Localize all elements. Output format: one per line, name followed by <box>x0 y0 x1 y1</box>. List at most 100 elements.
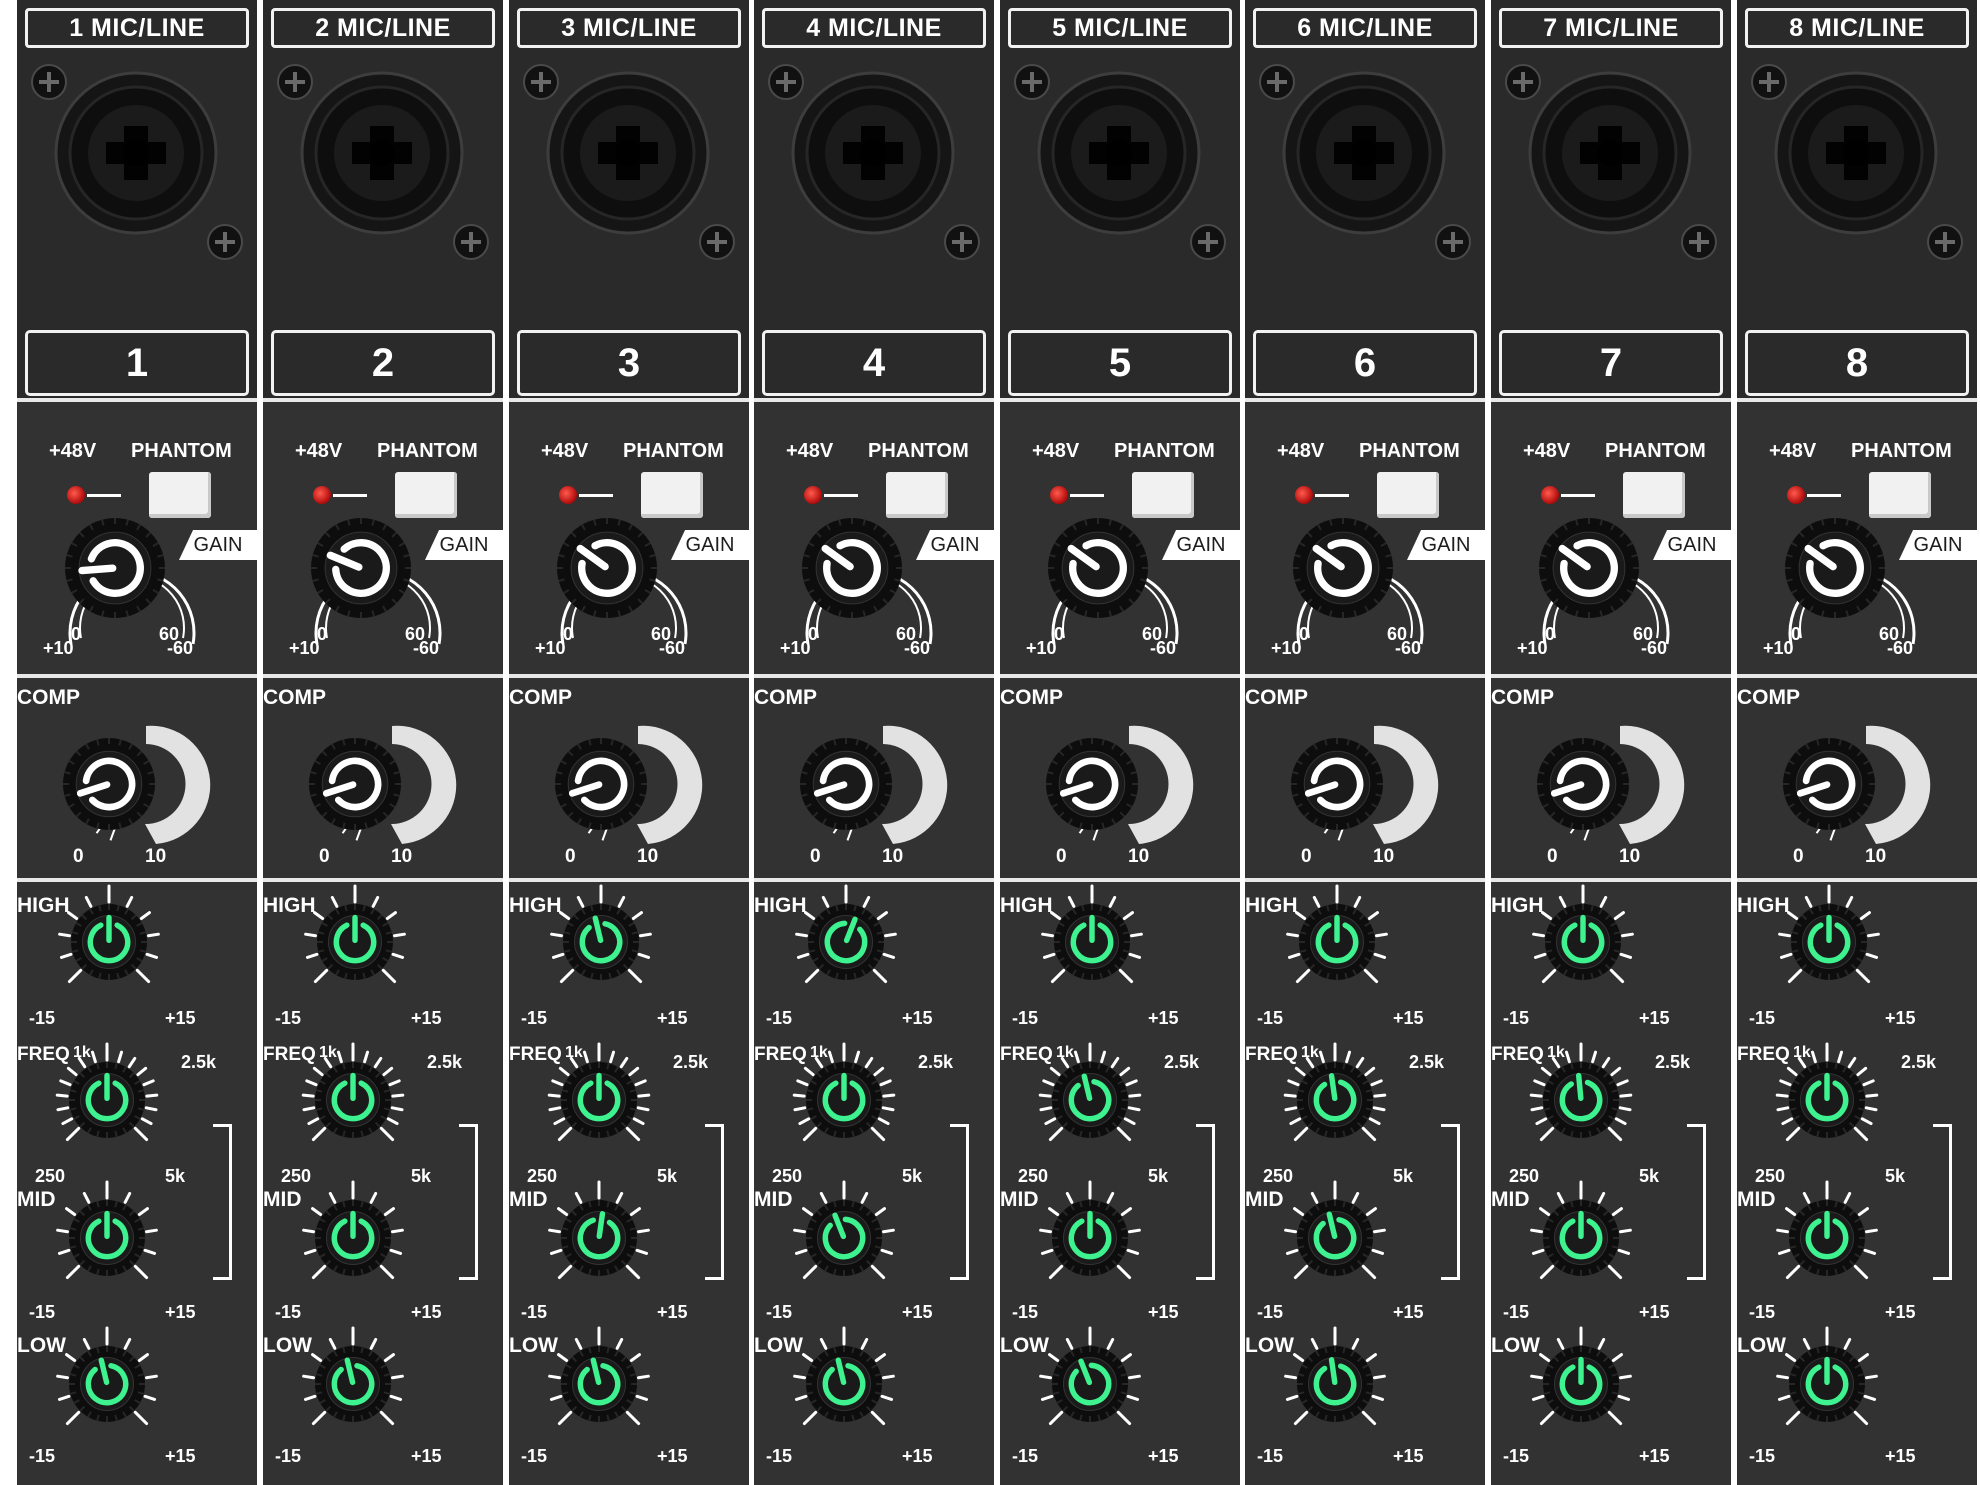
comp-knob[interactable] <box>1044 736 1140 832</box>
eq-mid-scale-max: +15 <box>1885 1302 1916 1322</box>
eq-freq-knob[interactable] <box>536 1037 662 1163</box>
phantom-voltage-label: +48V <box>1769 440 1817 462</box>
eq-low-scale-min: -15 <box>766 1446 793 1466</box>
gain-knob[interactable] <box>1783 516 1887 620</box>
eq-freq-knob[interactable] <box>1518 1037 1644 1163</box>
channel-strip-8: 8 MIC/LINE 8 +48V PHANTOM GAIN +10 0 60 -60 COMP 0… <box>1737 0 1977 1485</box>
gain-knob[interactable] <box>309 516 413 620</box>
xlr-combo-jack-icon[interactable] <box>1515 58 1705 248</box>
comp-scale-0: 0 <box>1301 846 1312 867</box>
comp-knob[interactable] <box>307 736 403 832</box>
eq-high-knob[interactable] <box>538 879 664 1005</box>
gain-knob[interactable] <box>1291 516 1395 620</box>
eq-mid-knob[interactable] <box>290 1175 416 1301</box>
eq-low-scale-min: -15 <box>29 1446 56 1466</box>
eq-mid-scale-max: +15 <box>1639 1302 1670 1322</box>
eq-high-knob[interactable] <box>292 879 418 1005</box>
eq-mid-knob[interactable] <box>1272 1175 1398 1301</box>
eq-section: HIGH -15 +15 FREQ 1k 2.5k 250 5k MID -15 +15 LOW -15… <box>17 882 257 1485</box>
eq-low-knob[interactable] <box>1764 1321 1890 1447</box>
phantom-button[interactable] <box>1377 472 1439 518</box>
channel-title: 4 MIC/LINE <box>762 8 986 48</box>
eq-low-knob[interactable] <box>44 1321 170 1447</box>
eq-high-knob[interactable] <box>46 879 172 1005</box>
comp-scale-0: 0 <box>810 846 821 867</box>
xlr-combo-jack-icon[interactable] <box>1761 58 1951 248</box>
eq-mid-bracket <box>1196 1124 1215 1280</box>
input-section: 7 MIC/LINE 7 <box>1491 0 1731 398</box>
gain-scale-0: 0 <box>71 624 82 644</box>
eq-freq-knob[interactable] <box>781 1037 907 1163</box>
eq-high-knob[interactable] <box>1029 879 1155 1005</box>
gain-knob[interactable] <box>1537 516 1641 620</box>
eq-low-scale-max: +15 <box>657 1446 688 1466</box>
phantom-button[interactable] <box>1132 472 1194 518</box>
gain-knob[interactable] <box>555 516 659 620</box>
eq-freq-scale-2500: 2.5k <box>1655 1052 1691 1072</box>
gain-knob[interactable] <box>63 516 167 620</box>
screw-icon <box>1751 64 1787 100</box>
eq-freq-knob[interactable] <box>1027 1037 1153 1163</box>
xlr-combo-jack-icon[interactable] <box>41 58 231 248</box>
eq-mid-bracket <box>213 1124 232 1280</box>
eq-high-knob[interactable] <box>1520 879 1646 1005</box>
phantom-button[interactable] <box>1869 472 1931 518</box>
gain-knob[interactable] <box>1046 516 1150 620</box>
comp-knob[interactable] <box>798 736 894 832</box>
eq-mid-knob[interactable] <box>781 1175 907 1301</box>
eq-low-knob[interactable] <box>536 1321 662 1447</box>
eq-section: HIGH -15 +15 FREQ 1k 2.5k 250 5k MID -15 +15 LOW -15… <box>509 882 749 1485</box>
comp-knob[interactable] <box>1535 736 1631 832</box>
eq-low-knob[interactable] <box>1518 1321 1644 1447</box>
eq-high-scale-max: +15 <box>902 1008 933 1028</box>
phantom-button[interactable] <box>1623 472 1685 518</box>
gain-knob[interactable] <box>800 516 904 620</box>
channel-title: 5 MIC/LINE <box>1008 8 1232 48</box>
phantom-button[interactable] <box>149 472 211 518</box>
eq-low-knob[interactable] <box>781 1321 907 1447</box>
led-connector <box>579 494 613 497</box>
eq-low-scale-min: -15 <box>1749 1446 1776 1466</box>
led-icon <box>1050 486 1068 504</box>
eq-mid-bracket <box>950 1124 969 1280</box>
phantom-button[interactable] <box>886 472 948 518</box>
comp-knob[interactable] <box>1289 736 1385 832</box>
gain-scale-plus10: +10 <box>289 638 320 658</box>
phantom-button[interactable] <box>641 472 703 518</box>
eq-mid-knob[interactable] <box>536 1175 662 1301</box>
comp-knob[interactable] <box>553 736 649 832</box>
xlr-combo-jack-icon[interactable] <box>533 58 723 248</box>
eq-freq-knob[interactable] <box>290 1037 416 1163</box>
eq-freq-knob[interactable] <box>1272 1037 1398 1163</box>
comp-knob[interactable] <box>61 736 157 832</box>
eq-low-knob[interactable] <box>1272 1321 1398 1447</box>
gain-section: +48V PHANTOM GAIN +10 0 60 -60 <box>754 402 994 674</box>
eq-freq-scale-2500: 2.5k <box>181 1052 217 1072</box>
eq-mid-knob[interactable] <box>1764 1175 1890 1301</box>
eq-mid-knob[interactable] <box>1518 1175 1644 1301</box>
eq-high-scale-min: -15 <box>521 1008 548 1028</box>
eq-high-knob[interactable] <box>783 879 909 1005</box>
eq-freq-knob[interactable] <box>44 1037 170 1163</box>
xlr-combo-jack-icon[interactable] <box>1269 58 1459 248</box>
eq-freq-knob[interactable] <box>1764 1037 1890 1163</box>
eq-high-knob[interactable] <box>1274 879 1400 1005</box>
eq-low-knob[interactable] <box>290 1321 416 1447</box>
input-section: 4 MIC/LINE 4 <box>754 0 994 398</box>
eq-high-scale-max: +15 <box>1393 1008 1424 1028</box>
xlr-combo-jack-icon[interactable] <box>287 58 477 248</box>
xlr-combo-jack-icon[interactable] <box>778 58 968 248</box>
phantom-button[interactable] <box>395 472 457 518</box>
eq-mid-knob[interactable] <box>44 1175 170 1301</box>
eq-low-knob[interactable] <box>1027 1321 1153 1447</box>
eq-section: HIGH -15 +15 FREQ 1k 2.5k 250 5k MID -15 +15 LOW -15… <box>263 882 503 1485</box>
comp-knob[interactable] <box>1781 736 1877 832</box>
channel-strip-7: 7 MIC/LINE 7 +48V PHANTOM GAIN +10 0 60 -60 COMP 0… <box>1491 0 1731 1485</box>
eq-high-knob[interactable] <box>1766 879 1892 1005</box>
channel-strip-3: 3 MIC/LINE 3 +48V PHANTOM GAIN +10 0 60 -60 COMP 0… <box>509 0 749 1485</box>
xlr-combo-jack-icon[interactable] <box>1024 58 1214 248</box>
comp-scale-0: 0 <box>565 846 576 867</box>
screw-icon <box>1681 224 1717 260</box>
eq-mid-bracket <box>1687 1124 1706 1280</box>
eq-mid-knob[interactable] <box>1027 1175 1153 1301</box>
